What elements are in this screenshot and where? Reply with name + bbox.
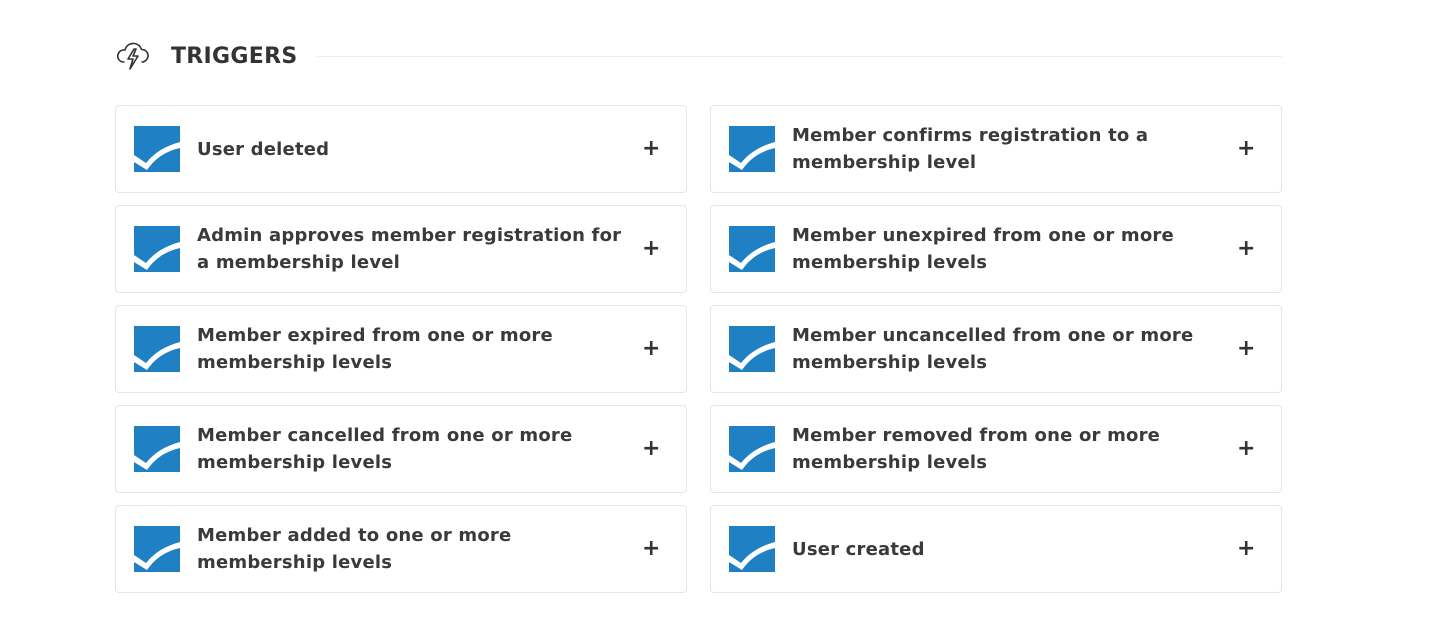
trigger-label: Member uncancelled from one or more memb…: [792, 325, 1194, 373]
trigger-label: Member unexpired from one or more member…: [792, 225, 1174, 273]
trigger-card[interactable]: Member confirms registration to a member…: [710, 105, 1282, 193]
trigger-card[interactable]: User created +: [710, 505, 1282, 593]
add-trigger-button[interactable]: +: [1237, 338, 1255, 360]
check-logo-icon: [729, 326, 775, 372]
trigger-label: Member removed from one or more membersh…: [792, 425, 1161, 473]
trigger-grid: User deleted + Member confirms registrat…: [115, 105, 1282, 593]
trigger-card[interactable]: Member uncancelled from one or more memb…: [710, 305, 1282, 393]
check-logo-icon: [729, 226, 775, 272]
trigger-card[interactable]: Admin approves member registration for a…: [115, 205, 687, 293]
add-trigger-button[interactable]: +: [642, 538, 660, 560]
check-logo-icon: [134, 526, 180, 572]
trigger-label: Member added to one or more membership l…: [197, 525, 512, 573]
trigger-card[interactable]: Member added to one or more membership l…: [115, 505, 687, 593]
add-trigger-button[interactable]: +: [1237, 438, 1255, 460]
add-trigger-button[interactable]: +: [642, 138, 660, 160]
trigger-label: User deleted: [197, 138, 330, 160]
add-trigger-button[interactable]: +: [642, 238, 660, 260]
add-trigger-button[interactable]: +: [1237, 538, 1255, 560]
trigger-card[interactable]: User deleted +: [115, 105, 687, 193]
trigger-card[interactable]: Member expired from one or more membersh…: [115, 305, 687, 393]
trigger-label: Member confirms registration to a member…: [792, 125, 1149, 173]
trigger-label: Member expired from one or more membersh…: [197, 325, 553, 373]
check-logo-icon: [729, 126, 775, 172]
add-trigger-button[interactable]: +: [1237, 238, 1255, 260]
trigger-card[interactable]: Member cancelled from one or more member…: [115, 405, 687, 493]
section-title: TRIGGERS: [171, 43, 298, 69]
add-trigger-button[interactable]: +: [1237, 138, 1255, 160]
check-logo-icon: [134, 326, 180, 372]
check-logo-icon: [729, 526, 775, 572]
check-logo-icon: [729, 426, 775, 472]
check-logo-icon: [134, 426, 180, 472]
trigger-label: User created: [792, 538, 925, 560]
section-header: TRIGGERS: [115, 36, 1282, 76]
lightning-bolt-icon: [115, 38, 151, 74]
add-trigger-button[interactable]: +: [642, 338, 660, 360]
trigger-label: Member cancelled from one or more member…: [197, 425, 573, 473]
check-logo-icon: [134, 126, 180, 172]
header-divider: [317, 55, 1282, 57]
trigger-card[interactable]: Member removed from one or more membersh…: [710, 405, 1282, 493]
trigger-label: Admin approves member registration for a…: [197, 225, 622, 273]
check-logo-icon: [134, 226, 180, 272]
add-trigger-button[interactable]: +: [642, 438, 660, 460]
trigger-card[interactable]: Member unexpired from one or more member…: [710, 205, 1282, 293]
